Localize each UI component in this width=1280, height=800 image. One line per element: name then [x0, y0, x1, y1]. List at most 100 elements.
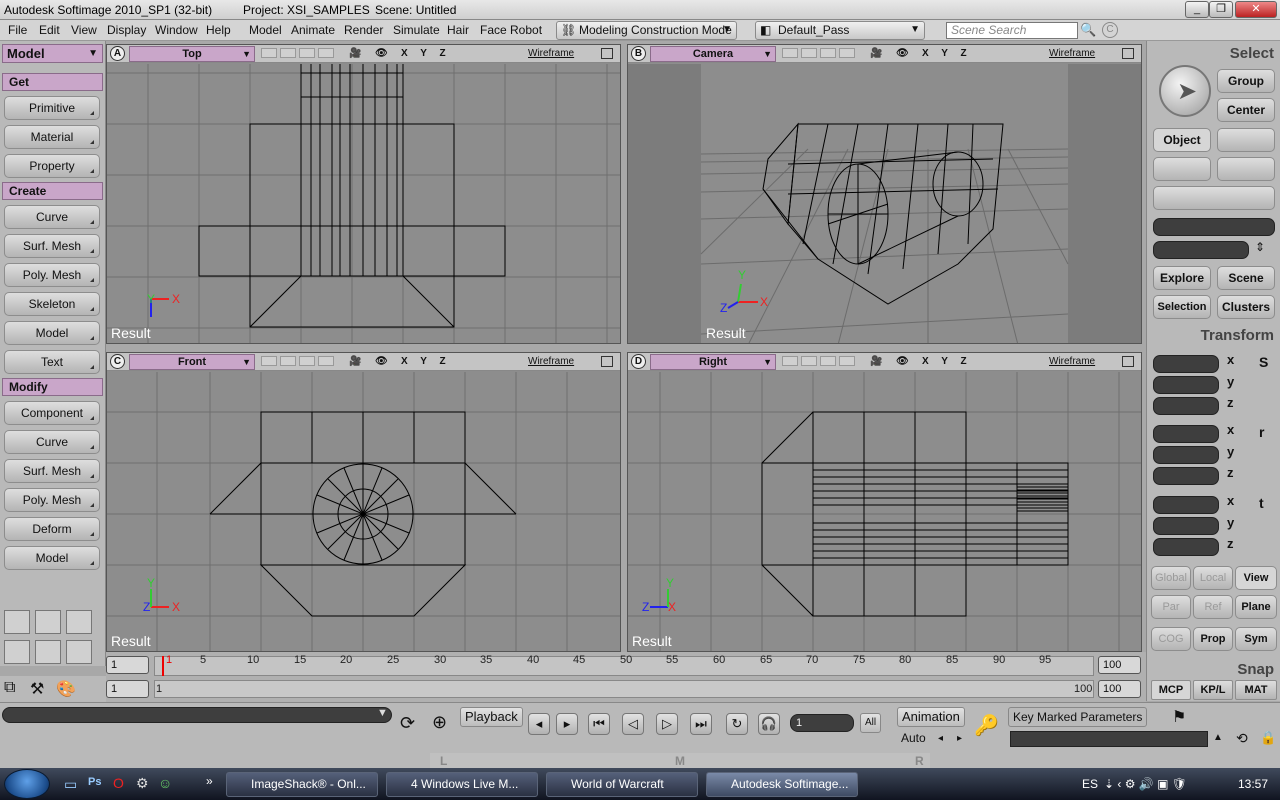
cog-button[interactable]: COG [1151, 627, 1191, 651]
create-model-button[interactable]: Model [4, 321, 100, 345]
display-mode[interactable]: Wireframe [1049, 356, 1095, 367]
translate-z-field[interactable] [1153, 538, 1219, 556]
display-mode[interactable]: Wireframe [528, 48, 574, 59]
menu-window[interactable]: Window [155, 23, 198, 37]
next-frame-icon[interactable]: ▸ [556, 713, 578, 735]
xyz-toggles[interactable]: X Y Z [922, 356, 972, 367]
maximize-viewport-icon[interactable] [1122, 48, 1134, 59]
translate-x-field[interactable] [1153, 496, 1219, 514]
photoshop-icon[interactable]: Ps [88, 776, 101, 788]
key-icon[interactable]: 🔑 [974, 713, 999, 738]
memo-cam-slots[interactable] [782, 48, 858, 60]
selection-name-field[interactable] [1153, 218, 1275, 236]
start-frame-field[interactable]: 1 [106, 656, 149, 674]
language-indicator[interactable]: ES [1082, 777, 1098, 791]
viewport-c[interactable]: C Front ▼ 🎥 👁 X Y Z Wireframe Y X Z Resu… [106, 352, 621, 652]
create-surf-mesh-button[interactable]: Surf. Mesh [4, 234, 100, 258]
select-slot-button[interactable] [1153, 157, 1211, 181]
layout-split-icon[interactable] [35, 610, 61, 634]
xyz-toggles[interactable]: X Y Z [922, 48, 972, 59]
all-button[interactable]: All [860, 713, 882, 733]
task-imageshack[interactable]: ImageShack® - Onl... [226, 772, 378, 797]
menu-view[interactable]: View [71, 23, 97, 37]
scene-search-input[interactable]: Scene Search [946, 22, 1078, 39]
playhead[interactable] [162, 656, 164, 676]
tray-icons[interactable]: ⇣ ‹ ⚙ 🔊 ▣ 🛡 [1104, 777, 1187, 791]
display-mode[interactable]: Wireframe [1049, 48, 1095, 59]
animation-menu[interactable]: Animation [897, 707, 965, 727]
display-mode[interactable]: Wireframe [528, 356, 574, 367]
auto-key-label[interactable]: Auto [897, 729, 930, 749]
eye-icon[interactable]: 👁 [375, 356, 393, 367]
module-select[interactable]: Model ▼ [2, 44, 103, 63]
object-button[interactable]: Object [1153, 128, 1211, 152]
tab-mcp[interactable]: MCP [1151, 680, 1191, 700]
task-windows-live[interactable]: 4 Windows Live M... [386, 772, 538, 797]
select-filter-button[interactable] [1153, 186, 1275, 210]
selection-filter-field[interactable] [1153, 241, 1249, 259]
memo-cam-slots[interactable] [782, 356, 858, 368]
memo-cam-slots[interactable] [261, 48, 337, 60]
select-tool-button[interactable]: ➤ [1159, 65, 1211, 117]
prev-frame-icon[interactable]: ◂ [528, 713, 550, 735]
opera-icon[interactable]: O [113, 775, 124, 791]
prop-button[interactable]: Prop [1193, 627, 1233, 651]
property-button[interactable]: Property [4, 154, 100, 178]
play-forward-icon[interactable]: ▷ [656, 713, 678, 735]
text-button[interactable]: Text [4, 350, 100, 374]
menu-render[interactable]: Render [344, 23, 383, 37]
messenger-icon[interactable]: ☺ [158, 775, 172, 791]
camera-icon[interactable]: 🎥 [349, 356, 366, 367]
prev-key-icon[interactable]: ◂ [938, 733, 943, 744]
task-world-of-warcraft[interactable]: World of Warcraft [546, 772, 698, 797]
scripting-icon[interactable]: ⟳ [400, 713, 415, 734]
maximize-viewport-icon[interactable] [1122, 356, 1134, 367]
minimize-button[interactable]: _ [1185, 1, 1209, 18]
paint-tool-icon[interactable]: 🎨 [56, 679, 76, 699]
tab-mat[interactable]: MAT [1235, 680, 1277, 700]
par-button[interactable]: Par [1151, 595, 1191, 619]
scale-x-field[interactable] [1153, 355, 1219, 373]
layout-tall-icon[interactable] [66, 640, 92, 664]
viewport-b[interactable]: B Camera ▼ 🎥 👁 X Y Z Wireframe Y X Z Res… [627, 44, 1142, 344]
ref-button[interactable]: Ref [1193, 595, 1233, 619]
current-frame-field[interactable]: 1 [790, 714, 854, 732]
xyz-toggles[interactable]: X Y Z [401, 48, 451, 59]
section-modify[interactable]: Modify [2, 378, 103, 396]
menu-hair[interactable]: Hair [447, 23, 469, 37]
explore-button[interactable]: Explore [1153, 266, 1211, 290]
maximize-viewport-icon[interactable] [601, 356, 613, 367]
menu-face-robot[interactable]: Face Robot [480, 23, 542, 37]
rotate-x-field[interactable] [1153, 425, 1219, 443]
modify-model-button[interactable]: Model [4, 546, 100, 570]
layout-curve-icon[interactable] [4, 610, 30, 634]
close-button[interactable]: ✕ [1235, 1, 1277, 18]
xyz-toggles[interactable]: X Y Z [401, 356, 451, 367]
start-button[interactable] [4, 769, 50, 799]
group-button[interactable]: Group [1217, 69, 1275, 93]
range-end-field[interactable]: 100 [1098, 680, 1141, 698]
camera-select[interactable]: Right ▼ [650, 354, 776, 370]
range-slider[interactable] [154, 680, 1094, 698]
translate-y-field[interactable] [1153, 517, 1219, 535]
component-button[interactable]: Component [4, 401, 100, 425]
scene-button[interactable]: Scene [1217, 266, 1275, 290]
section-create[interactable]: Create [2, 182, 103, 200]
chevron-down-icon[interactable]: ▼ [377, 707, 388, 719]
maximize-viewport-icon[interactable] [601, 48, 613, 59]
menu-model[interactable]: Model [249, 23, 282, 37]
render-pass-select[interactable]: ◧ Default_Pass ▼ [755, 21, 925, 40]
tab-kpl[interactable]: KP/L [1193, 680, 1233, 700]
lock-icon[interactable]: 🔒 [1260, 730, 1276, 746]
chevron-up-icon[interactable]: ▲ [1213, 732, 1223, 743]
scale-z-field[interactable] [1153, 397, 1219, 415]
material-button[interactable]: Material [4, 125, 100, 149]
create-curve-button[interactable]: Curve [4, 205, 100, 229]
play-backward-icon[interactable]: ◁ [622, 713, 644, 735]
memo-cam-slots[interactable] [261, 356, 337, 368]
key-marked-parameters-button[interactable]: Key Marked Parameters [1008, 707, 1148, 727]
transform-tool-icon[interactable]: ⧉ [4, 679, 15, 697]
range-start-field[interactable]: 1 [106, 680, 149, 698]
menu-display[interactable]: Display [107, 23, 146, 37]
layout-vertical-icon[interactable] [35, 640, 61, 664]
